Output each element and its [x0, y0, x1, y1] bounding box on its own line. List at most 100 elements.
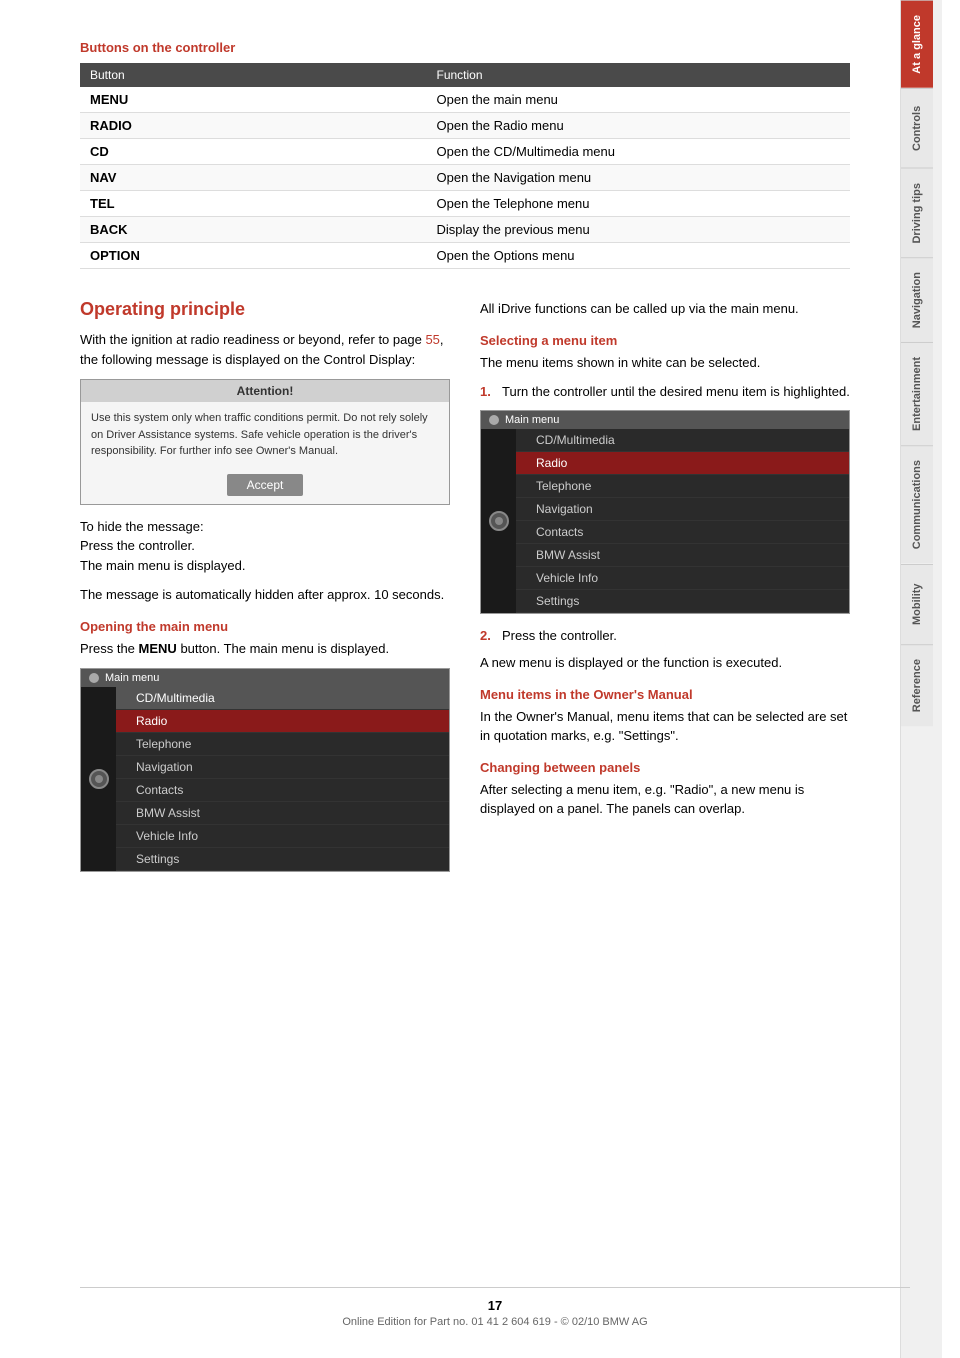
- menu-item-row: Vehicle Info: [516, 567, 849, 590]
- main-content: Buttons on the controller Button Functio…: [0, 0, 900, 1358]
- step1-text: Turn the controller until the desired me…: [502, 382, 850, 402]
- op-heading: Operating principle: [80, 299, 450, 320]
- menu-item-row: Contacts: [516, 521, 849, 544]
- button-cell: NAV: [80, 165, 427, 191]
- menu-item-row: Radio: [516, 452, 849, 475]
- owner-manual-text: In the Owner's Manual, menu items that c…: [480, 707, 850, 746]
- menu-item-row: Contacts: [116, 779, 449, 802]
- table-row: CDOpen the CD/Multimedia menu: [80, 139, 850, 165]
- menu-item-row: Telephone: [116, 733, 449, 756]
- col-header-button: Button: [80, 63, 427, 87]
- op-intro-text: With the ignition at radio readiness or …: [80, 330, 450, 369]
- controller-circle-left: [89, 769, 109, 789]
- menu-item-row: Radio: [116, 710, 449, 733]
- footer-text: Online Edition for Part no. 01 41 2 604 …: [342, 1316, 647, 1328]
- op-right-col: All iDrive functions can be called up vi…: [480, 299, 850, 880]
- menu-screenshot-right: Main menu CD/MultimediaRadioTelephoneNav…: [480, 410, 850, 614]
- menu-icon-small-right: [489, 415, 499, 425]
- sidebar-tab-communications[interactable]: Communications: [901, 445, 933, 563]
- buttons-section-title: Buttons on the controller: [80, 40, 850, 55]
- open-main-menu-text: Press the MENU button. The main menu is …: [80, 639, 450, 659]
- sidebar-tab-driving-tips[interactable]: Driving tips: [901, 168, 933, 258]
- menu-screenshot-header-left: Main menu: [81, 669, 449, 687]
- accept-button[interactable]: Accept: [227, 474, 304, 496]
- sidebar-tab-entertainment[interactable]: Entertainment: [901, 342, 933, 445]
- function-cell: Open the CD/Multimedia menu: [427, 139, 851, 165]
- page-link[interactable]: 55: [425, 332, 439, 347]
- attention-content: Use this system only when traffic condit…: [81, 402, 449, 468]
- function-cell: Open the Radio menu: [427, 113, 851, 139]
- table-row: NAVOpen the Navigation menu: [80, 165, 850, 191]
- sidebar-tab-reference[interactable]: Reference: [901, 644, 933, 726]
- new-menu-text: A new menu is displayed or the function …: [480, 653, 850, 673]
- button-cell: BACK: [80, 217, 427, 243]
- table-row: TELOpen the Telephone menu: [80, 191, 850, 217]
- menu-icon-small: [89, 673, 99, 683]
- table-row: BACKDisplay the previous menu: [80, 217, 850, 243]
- selecting-heading: Selecting a menu item: [480, 333, 850, 348]
- menu-screenshot-left: Main menu CD/MultimediaRadioTelephoneNav…: [80, 668, 450, 872]
- step2: 2. Press the controller.: [480, 626, 850, 646]
- owner-manual-heading: Menu items in the Owner's Manual: [480, 687, 850, 702]
- step2-text: Press the controller.: [502, 626, 617, 646]
- sidebar-tab-at-a-glance[interactable]: At a glance: [901, 0, 933, 88]
- controller-icon-left: [81, 687, 116, 871]
- menu-items-right: CD/MultimediaRadioTelephoneNavigationCon…: [516, 429, 849, 613]
- menu-item-row: Vehicle Info: [116, 825, 449, 848]
- menu-item-row: Navigation: [516, 498, 849, 521]
- menu-layout-left: CD/MultimediaRadioTelephoneNavigationCon…: [81, 687, 449, 871]
- function-cell: Open the Navigation menu: [427, 165, 851, 191]
- menu-item-row: CD/Multimedia: [116, 687, 449, 710]
- auto-hide-text: The message is automatically hidden afte…: [80, 585, 450, 605]
- op-left-col: Operating principle With the ignition at…: [80, 299, 450, 880]
- changing-panels-text: After selecting a menu item, e.g. "Radio…: [480, 780, 850, 819]
- table-row: RADIOOpen the Radio menu: [80, 113, 850, 139]
- menu-item-row: Telephone: [516, 475, 849, 498]
- sidebar-tab-controls[interactable]: Controls: [901, 88, 933, 168]
- menu-item-row: Settings: [116, 848, 449, 871]
- menu-item-row: CD/Multimedia: [516, 429, 849, 452]
- function-cell: Open the Telephone menu: [427, 191, 851, 217]
- all-functions-text: All iDrive functions can be called up vi…: [480, 299, 850, 319]
- function-cell: Open the Options menu: [427, 243, 851, 269]
- button-cell: RADIO: [80, 113, 427, 139]
- sidebar-tabs: At a glanceControlsDriving tipsNavigatio…: [900, 0, 942, 1358]
- sidebar-tab-navigation[interactable]: Navigation: [901, 257, 933, 342]
- table-row: OPTIONOpen the Options menu: [80, 243, 850, 269]
- controller-circle-right: [489, 511, 509, 531]
- selecting-text: The menu items shown in white can be sel…: [480, 353, 850, 373]
- attention-header: Attention!: [81, 380, 449, 402]
- controller-icon-right: [481, 429, 516, 613]
- menu-screenshot-header-right: Main menu: [481, 411, 849, 429]
- function-cell: Open the main menu: [427, 87, 851, 113]
- button-cell: CD: [80, 139, 427, 165]
- main-menu-label-right: Main menu: [505, 414, 559, 426]
- page-container: Buttons on the controller Button Functio…: [0, 0, 960, 1358]
- attention-footer: Accept: [81, 468, 449, 504]
- page-footer: 17 Online Edition for Part no. 01 41 2 6…: [80, 1287, 910, 1338]
- buttons-section: Buttons on the controller Button Functio…: [80, 40, 850, 269]
- hide-msg-text: To hide the message: Press the controlle…: [80, 517, 450, 576]
- attention-box: Attention! Use this system only when tra…: [80, 379, 450, 505]
- sidebar-tab-mobility[interactable]: Mobility: [901, 564, 933, 644]
- button-cell: MENU: [80, 87, 427, 113]
- controller-dot-right: [495, 517, 503, 525]
- step2-num: 2.: [480, 626, 496, 646]
- menu-layout-right: CD/MultimediaRadioTelephoneNavigationCon…: [481, 429, 849, 613]
- table-row: MENUOpen the main menu: [80, 87, 850, 113]
- main-menu-label-left: Main menu: [105, 672, 159, 684]
- menu-item-row: BMW Assist: [516, 544, 849, 567]
- page-number: 17: [90, 1298, 900, 1313]
- operating-principle-section: Operating principle With the ignition at…: [80, 299, 850, 880]
- step1: 1. Turn the controller until the desired…: [480, 382, 850, 402]
- col-header-function: Function: [427, 63, 851, 87]
- menu-item-row: Navigation: [116, 756, 449, 779]
- menu-item-row: BMW Assist: [116, 802, 449, 825]
- button-cell: OPTION: [80, 243, 427, 269]
- menu-items-left: CD/MultimediaRadioTelephoneNavigationCon…: [116, 687, 449, 871]
- controller-dot-left: [95, 775, 103, 783]
- function-cell: Display the previous menu: [427, 217, 851, 243]
- step1-num: 1.: [480, 382, 496, 402]
- menu-item-row: Settings: [516, 590, 849, 613]
- button-table: Button Function MENUOpen the main menuRA…: [80, 63, 850, 269]
